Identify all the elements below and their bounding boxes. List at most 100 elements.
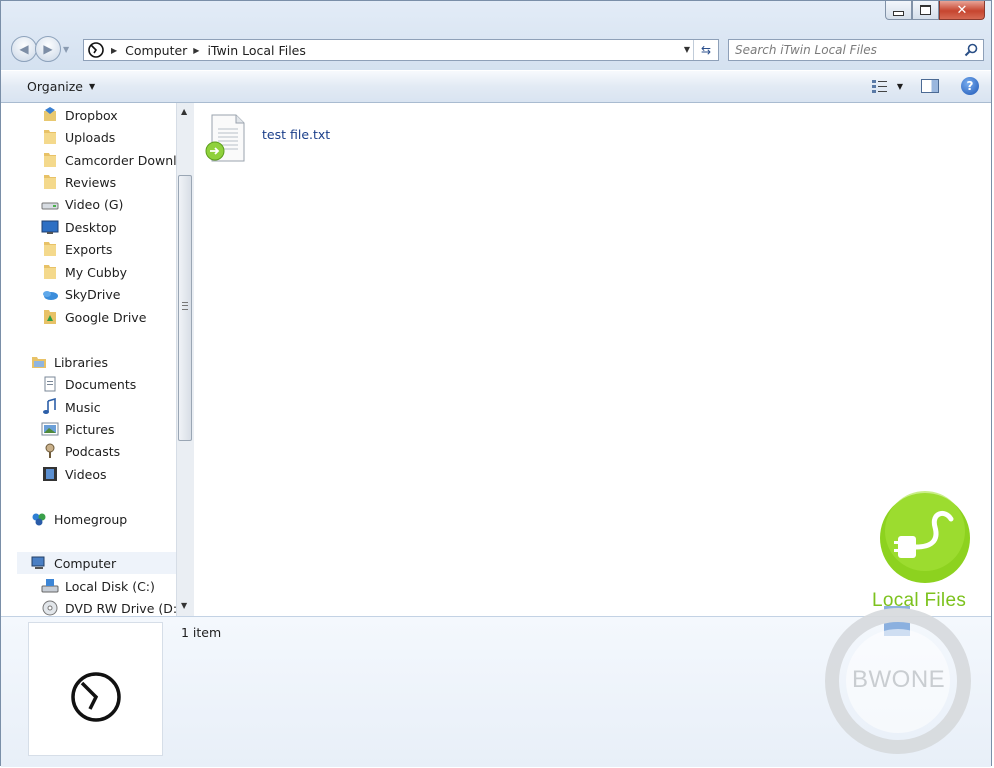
nav-item-video-g[interactable]: Video (G) <box>41 193 123 215</box>
scrollbar-thumb[interactable] <box>178 175 192 441</box>
breadcrumb-chevron-icon[interactable]: ▶ <box>111 46 117 55</box>
window-controls: ✕ <box>885 1 985 22</box>
scroll-up-icon[interactable]: ▲ <box>181 107 187 116</box>
nav-item-label: Computer <box>54 555 117 571</box>
nav-item-label: Uploads <box>65 129 116 145</box>
nav-item-dvd-rw-drive-d[interactable]: DVD RW Drive (D:) F <box>41 597 176 616</box>
nav-item-local-disk-c[interactable]: Local Disk (C:) <box>41 575 155 597</box>
nav-item-label: Reviews <box>65 174 117 190</box>
nav-item-label: Podcasts <box>65 443 121 459</box>
videos-icon <box>43 467 57 481</box>
close-icon: ✕ <box>956 2 968 18</box>
nav-item-reviews[interactable]: Reviews <box>41 171 116 193</box>
address-bar[interactable]: ▶ Computer ▶ iTwin Local Files ▼ ⇆ <box>83 39 719 61</box>
podcasts-icon <box>45 443 55 458</box>
computer-icon <box>31 556 45 569</box>
details-thumbnail <box>28 622 163 756</box>
explorer-window: ✕ ◀ ▶ ▼ ▶ Computer ▶ iTwin Local Files ▼… <box>0 0 992 767</box>
chevron-down-icon[interactable]: ▼ <box>897 82 903 91</box>
help-icon: ? <box>966 79 974 93</box>
breadcrumb: ▶ Computer ▶ iTwin Local Files <box>105 43 306 58</box>
file-item[interactable]: test file.txt <box>204 113 330 163</box>
organize-label: Organize <box>27 79 83 94</box>
bwone-watermark-text: BWONE <box>852 666 946 693</box>
nav-item-homegroup[interactable]: Homegroup <box>30 508 127 530</box>
nav-item-podcasts[interactable]: Podcasts <box>41 440 120 462</box>
breadcrumb-computer[interactable]: Computer <box>125 43 187 58</box>
folder-icon <box>44 242 56 256</box>
itwin-logo-icon <box>71 672 121 722</box>
title-bar: ✕ ◀ ▶ ▼ ▶ Computer ▶ iTwin Local Files ▼… <box>1 1 991 71</box>
grip-icon <box>182 302 188 310</box>
nav-item-label: Video (G) <box>65 196 124 212</box>
refresh-button[interactable]: ⇆ <box>693 40 718 60</box>
nav-item-label: Videos <box>65 466 107 482</box>
nav-item-uploads[interactable]: Uploads <box>41 126 115 148</box>
nav-item-my-cubby[interactable]: My Cubby <box>41 261 127 283</box>
drive-icon <box>41 202 59 210</box>
google-drive-icon <box>44 310 56 324</box>
nav-item-label: Exports <box>65 241 113 257</box>
dropbox-icon <box>44 107 56 121</box>
nav-item-music[interactable]: Music <box>41 396 101 418</box>
nav-item-documents[interactable]: Documents <box>41 373 136 395</box>
nav-item-label: Music <box>65 399 101 415</box>
scroll-down-icon[interactable]: ▼ <box>181 601 187 610</box>
refresh-icon: ⇆ <box>700 43 712 57</box>
nav-item-google-drive[interactable]: Google Drive <box>41 306 146 328</box>
documents-icon <box>44 376 56 392</box>
nav-item-desktop[interactable]: Desktop <box>41 216 117 238</box>
forward-button[interactable]: ▶ <box>35 36 61 62</box>
nav-item-label: Google Drive <box>65 309 147 325</box>
nav-item-label: Dropbox <box>65 107 118 123</box>
nav-item-label: SkyDrive <box>65 286 121 302</box>
change-view-button[interactable]: ▼ <box>871 78 903 94</box>
search-box <box>728 39 984 61</box>
itwin-location-icon <box>88 42 104 58</box>
forward-arrow-icon: ▶ <box>43 42 53 56</box>
nav-item-videos[interactable]: Videos <box>41 463 107 485</box>
nav-item-label: Homegroup <box>54 511 128 527</box>
command-bar-right: ▼ ? <box>871 77 979 95</box>
nav-item-exports[interactable]: Exports <box>41 238 112 260</box>
organize-button[interactable]: Organize ▼ <box>27 79 95 94</box>
nav-item-label: Documents <box>65 376 137 392</box>
nav-item-dropbox[interactable]: Dropbox <box>41 104 118 126</box>
back-button[interactable]: ◀ <box>11 36 37 62</box>
search-icon[interactable] <box>963 42 979 58</box>
nav-item-libraries[interactable]: Libraries <box>30 351 108 373</box>
folder-icon <box>44 265 56 279</box>
breadcrumb-itwin-local-files[interactable]: iTwin Local Files <box>207 43 305 58</box>
nav-item-label: Pictures <box>65 421 115 437</box>
nav-item-pictures[interactable]: Pictures <box>41 418 115 440</box>
homegroup-icon <box>32 513 46 526</box>
preview-pane-button[interactable] <box>921 79 939 93</box>
search-input[interactable] <box>729 40 955 60</box>
navigation-pane: Dropbox Uploads Camcorder Downlo Reviews… <box>1 103 176 616</box>
desktop-icon <box>41 220 59 234</box>
maximize-button[interactable] <box>912 1 939 20</box>
music-icon <box>43 398 56 414</box>
breadcrumb-chevron-icon[interactable]: ▶ <box>193 46 199 55</box>
dvd-drive-icon <box>42 600 58 616</box>
close-button[interactable]: ✕ <box>939 1 985 20</box>
command-bar: Organize ▼ ▼ ? <box>1 70 991 103</box>
libraries-icon <box>32 357 46 368</box>
nav-pane-scrollbar[interactable]: ▲ ▼ <box>176 103 194 616</box>
file-name: test file.txt <box>262 127 331 142</box>
nav-item-skydrive[interactable]: SkyDrive <box>41 283 120 305</box>
skydrive-icon <box>43 291 58 300</box>
minimize-icon <box>893 10 904 16</box>
nav-item-label: DVD RW Drive (D:) F <box>65 600 176 616</box>
folder-icon <box>44 175 56 189</box>
chevron-down-icon: ▼ <box>89 82 96 91</box>
help-button[interactable]: ? <box>961 77 979 95</box>
nav-item-camcorder-downloads[interactable]: Camcorder Downlo <box>41 149 176 171</box>
back-arrow-icon: ◀ <box>19 42 29 56</box>
minimize-button[interactable] <box>885 1 912 20</box>
nav-item-computer[interactable]: Computer <box>17 552 176 574</box>
address-dropdown-icon[interactable]: ▼ <box>684 45 690 54</box>
folder-icon <box>44 153 56 167</box>
recent-pages-dropdown[interactable]: ▼ <box>63 45 69 62</box>
maximize-icon <box>920 5 931 15</box>
